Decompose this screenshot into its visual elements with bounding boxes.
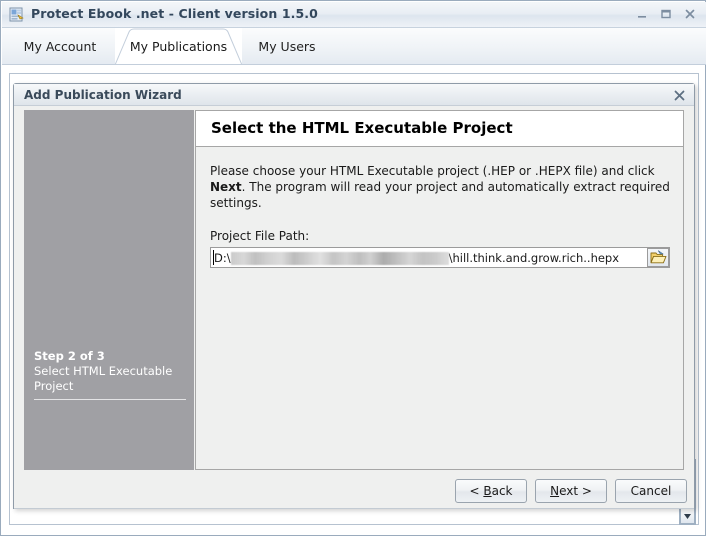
close-button[interactable]	[678, 4, 702, 24]
project-file-path-input[interactable]: D:\ \hill.think.and.grow.rich..hepx	[210, 247, 670, 268]
tab-my-publications-label: My Publications	[129, 39, 228, 54]
window-controls	[630, 4, 702, 24]
next-mnemonic: N	[550, 484, 560, 498]
application-window: Protect Ebook .net - Client version 1.5.…	[0, 0, 706, 536]
dialog-title-bar: Add Publication Wizard	[14, 84, 694, 106]
cancel-button-label: Cancel	[630, 484, 672, 498]
step-divider	[34, 399, 186, 400]
maximize-icon	[661, 9, 671, 19]
project-file-path-label: Project File Path:	[210, 229, 310, 243]
tab-my-account-label: My Account	[23, 39, 97, 54]
tab-bar: My Account My Publications My Users	[2, 28, 706, 65]
back-button-label: < Back	[469, 484, 513, 498]
dialog-bottom-edge	[14, 508, 694, 509]
tab-my-publications[interactable]: My Publications	[115, 28, 242, 65]
next-button-label: Next >	[550, 484, 592, 498]
instruction-text-part1: Please choose your HTML Executable proje…	[210, 164, 655, 178]
path-redacted-segment	[230, 252, 449, 265]
project-file-path-row: D:\ \hill.think.and.grow.rich..hepx	[210, 247, 670, 268]
window-title-bar: Protect Ebook .net - Client version 1.5.…	[2, 2, 706, 28]
wizard-step-indicator: Step 2 of 3 Select HTML Executable Proje…	[34, 349, 186, 400]
tab-my-account[interactable]: My Account	[12, 28, 108, 65]
text-caret	[213, 250, 214, 265]
instruction-text: Please choose your HTML Executable proje…	[210, 163, 670, 211]
wizard-content-panel: Select the HTML Executable Project Pleas…	[195, 110, 684, 470]
minimize-button[interactable]	[630, 4, 654, 24]
app-icon	[9, 7, 25, 23]
step-subtitle: Select HTML Executable Project	[34, 364, 173, 393]
content-header: Select the HTML Executable Project	[196, 111, 683, 147]
wizard-sidebar: Step 2 of 3 Select HTML Executable Proje…	[24, 110, 194, 470]
browse-button[interactable]	[647, 248, 669, 267]
page-title: Select the HTML Executable Project	[211, 119, 513, 137]
back-button[interactable]: < Back	[455, 479, 527, 503]
chevron-down-icon	[684, 513, 691, 519]
minimize-icon	[638, 16, 646, 18]
window-title: Protect Ebook .net - Client version 1.5.…	[31, 6, 318, 21]
tab-my-users-label: My Users	[258, 39, 316, 54]
instruction-text-emphasis: Next	[210, 180, 242, 194]
back-mnemonic: B	[483, 484, 492, 498]
dialog-body: Step 2 of 3 Select HTML Executable Proje…	[14, 106, 694, 509]
path-suffix-text: \hill.think.and.grow.rich..hepx	[448, 250, 620, 265]
dialog-footer: < Back Next > Cancel	[14, 471, 694, 509]
tab-my-users[interactable]: My Users	[247, 28, 327, 65]
step-title: Step 2 of 3	[34, 349, 105, 363]
next-button[interactable]: Next >	[535, 479, 607, 503]
add-publication-wizard-dialog: Add Publication Wizard Step 2 of 3 Selec…	[13, 83, 695, 509]
maximize-button[interactable]	[654, 4, 678, 24]
scroll-down-button[interactable]	[680, 508, 695, 524]
dialog-close-button[interactable]	[670, 86, 688, 104]
instruction-text-part2: . The program will read your project and…	[210, 180, 670, 210]
close-icon	[674, 90, 684, 100]
cancel-button[interactable]: Cancel	[615, 479, 687, 503]
dialog-title: Add Publication Wizard	[24, 88, 182, 102]
tab-bar-underline	[2, 64, 706, 65]
close-icon	[685, 9, 695, 19]
open-folder-icon	[650, 250, 666, 264]
